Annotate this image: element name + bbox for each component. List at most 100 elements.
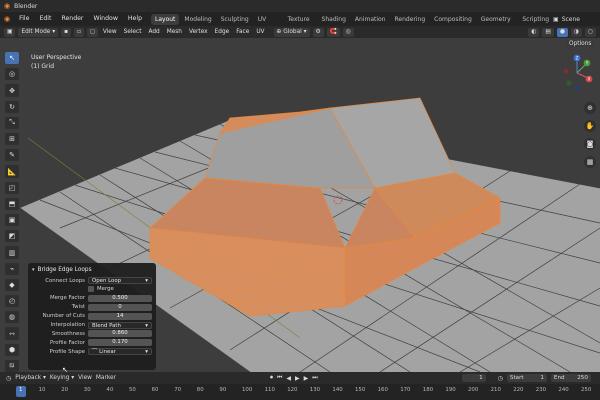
prev-key-icon[interactable]: ◀ [286, 375, 291, 382]
start-frame-field[interactable]: Start 1 [506, 374, 547, 382]
shading-solid-button[interactable]: ● [556, 27, 568, 37]
tab-layout[interactable]: Layout [151, 13, 180, 25]
timeline-playback-menu[interactable]: Playback ▾ [15, 375, 46, 381]
menu-uv[interactable]: UV [254, 29, 266, 35]
select-box-icon[interactable]: ↖ [5, 52, 19, 65]
timeline-marker-menu[interactable]: Marker [96, 375, 116, 381]
interpolation-dropdown[interactable]: Blend Path ▾ [88, 321, 152, 329]
profile-shape-dropdown[interactable]: ⌒ Linear ▾ [88, 348, 152, 356]
tab-modeling[interactable]: Modeling [180, 14, 215, 25]
editor-type-button[interactable]: ▣ [4, 27, 16, 37]
bevel-icon[interactable]: ◩ [5, 230, 19, 243]
profile-factor-field[interactable]: 0.170 [88, 339, 152, 347]
annotate-icon[interactable]: ✎ [5, 149, 19, 162]
end-frame-field[interactable]: End 250 [550, 374, 591, 382]
operator-panel[interactable]: ▾ Bridge Edge Loops Connect Loops Open L… [28, 263, 156, 370]
twist-field[interactable]: 0 [88, 303, 152, 311]
face-select-button[interactable]: ◻ [87, 27, 98, 37]
tab-geometry-nodes[interactable]: Geometry Nodes [477, 14, 518, 34]
shear-icon[interactable]: ⧅ [5, 359, 19, 373]
proportional-button[interactable]: ◎ [342, 27, 354, 37]
mode-dropdown[interactable]: Edit Mode ▾ [18, 27, 59, 37]
transform-orientation-dropdown[interactable]: ⊕ Global ▾ [273, 27, 310, 37]
tab-scripting[interactable]: Scripting [518, 14, 553, 25]
camera-icon[interactable]: ◙ [584, 138, 596, 150]
timeline-keying-menu[interactable]: Keying ▾ [50, 375, 74, 381]
vertex-select-button[interactable]: ▪ [61, 27, 72, 37]
clock-icon[interactable]: ◷ [6, 375, 11, 382]
panel-header[interactable]: ▾ Bridge Edge Loops [32, 266, 152, 274]
knife-icon[interactable]: ⌁ [5, 262, 19, 275]
timeline-view-menu[interactable]: View [78, 375, 92, 381]
edge-slide-icon[interactable]: ⇿ [5, 327, 19, 340]
menu-face[interactable]: Face [234, 29, 251, 35]
tab-uv-editing[interactable]: UV Editing [254, 14, 283, 34]
zoom-icon[interactable]: ⊕ [584, 102, 596, 114]
shading-render-button[interactable]: ○ [584, 27, 596, 37]
menu-edit[interactable]: Edit [34, 12, 56, 26]
snap-button[interactable]: 🧲 [326, 27, 340, 37]
record-icon[interactable]: ⏺ [270, 374, 273, 382]
menu-help[interactable]: Help [123, 12, 147, 26]
merge-checkbox[interactable] [88, 286, 94, 293]
menu-select[interactable]: Select [122, 29, 144, 35]
measure-icon[interactable]: 📐 [5, 165, 19, 178]
spin-icon[interactable]: ◴ [5, 295, 19, 308]
smooth-icon[interactable]: ◍ [5, 311, 19, 324]
transform-icon[interactable]: ⊞ [5, 133, 19, 146]
move-icon[interactable]: ✥ [5, 84, 19, 97]
xray-button[interactable]: ▤ [542, 27, 554, 37]
edge-select-button[interactable]: ▫ [74, 27, 84, 37]
tab-rendering[interactable]: Rendering [391, 14, 430, 25]
connect-loops-dropdown[interactable]: Open Loop ▾ [88, 277, 152, 285]
loop-cut-icon[interactable]: ▥ [5, 246, 19, 259]
next-key-icon[interactable]: ▶ [304, 375, 309, 382]
scale-icon[interactable]: ⤡ [5, 116, 19, 130]
tab-shading[interactable]: Shading [318, 14, 350, 25]
scene-name[interactable]: Scene [562, 16, 580, 23]
shading-material-button[interactable]: ◑ [570, 27, 582, 37]
menu-window[interactable]: Window [88, 12, 122, 26]
overlay-button[interactable]: ◐ [528, 27, 540, 37]
menu-render[interactable]: Render [56, 12, 88, 26]
menu-view[interactable]: View [101, 29, 119, 35]
play-icon[interactable]: ▶ [295, 375, 300, 382]
jump-start-icon[interactable]: ⏮ [277, 374, 282, 382]
tab-sculpting[interactable]: Sculpting [217, 14, 253, 25]
blender-menu-icon[interactable]: ◉ [0, 15, 14, 23]
poly-build-icon[interactable]: ◆ [5, 278, 19, 292]
navigation-gizmo[interactable]: Z Y X [558, 54, 596, 92]
tab-animation[interactable]: Animation [351, 14, 390, 25]
rotate-icon[interactable]: ↻ [5, 100, 19, 113]
pan-hand-icon[interactable]: ✋ [584, 120, 596, 132]
grid-perspective-icon[interactable]: ▦ [584, 156, 596, 168]
options-dropdown[interactable]: Options [566, 40, 595, 49]
end-label: End [553, 375, 565, 381]
inset-icon[interactable]: ▣ [5, 214, 19, 227]
current-frame-field[interactable]: 1 [461, 374, 486, 382]
number-of-cuts-field[interactable]: 14 [88, 312, 152, 320]
menu-vertex[interactable]: Vertex [187, 29, 210, 35]
pivot-button[interactable]: ⚙ [312, 27, 324, 37]
tab-compositing[interactable]: Compositing [430, 14, 476, 25]
transform-label: Global [283, 28, 302, 35]
cursor-icon[interactable]: ◎ [5, 68, 19, 81]
menu-add[interactable]: Add [146, 29, 161, 35]
tab-texture-paint[interactable]: Texture Paint [284, 14, 317, 34]
timeline-ruler[interactable]: 1 10 20 30 40 50 60 70 80 90 100 110 120 130 140 150 160… [0, 384, 600, 400]
extrude-icon[interactable]: ⬒ [5, 197, 19, 211]
add-cube-icon[interactable]: ◰ [5, 181, 19, 194]
ruler-tick: 120 [287, 387, 298, 393]
shrink-fatten-icon[interactable]: ⬢ [5, 343, 19, 356]
smoothness-field[interactable]: 0.860 [88, 330, 152, 338]
merge-factor-field[interactable]: 0.500 [88, 294, 152, 302]
chevron-down-icon: ▾ [145, 322, 148, 329]
start-label: Start [509, 375, 524, 381]
menu-mesh[interactable]: Mesh [165, 29, 184, 35]
menu-file[interactable]: File [14, 12, 34, 26]
jump-end-icon[interactable]: ⏭ [312, 374, 317, 382]
menu-edge[interactable]: Edge [213, 29, 232, 35]
ruler-tick: 150 [355, 387, 366, 393]
ruler-tick: 70 [174, 387, 182, 393]
chevron-down-icon[interactable]: ▾ [32, 267, 35, 273]
